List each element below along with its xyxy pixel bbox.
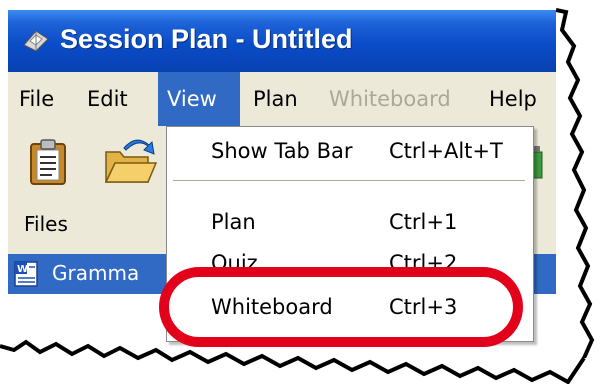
window-title: Session Plan - Untitled: [60, 24, 353, 54]
menu-view[interactable]: View: [158, 72, 240, 126]
menu-item-label: Show Tab Bar: [211, 139, 353, 163]
menu-item-quiz[interactable]: Quiz Ctrl+2: [167, 245, 533, 283]
menu-item-shortcut: Ctrl+3: [389, 295, 458, 319]
title-bar: Session Plan - Untitled: [8, 10, 556, 72]
view-menu-dropdown: Show Tab Bar Ctrl+Alt+T Plan Ctrl+1 Quiz…: [166, 126, 534, 342]
menu-edit[interactable]: Edit: [78, 72, 137, 126]
menu-separator: [173, 180, 525, 182]
app-icon: [23, 30, 49, 52]
files-label: Files: [24, 212, 68, 236]
menu-plan[interactable]: Plan: [244, 72, 307, 126]
menu-item-shortcut: Ctrl+2: [389, 251, 458, 275]
menu-item-shortcut: Ctrl+1: [389, 210, 458, 234]
file-list-item-label: Gramma: [52, 261, 140, 285]
menu-item-show-tab-bar[interactable]: Show Tab Bar Ctrl+Alt+T: [167, 133, 533, 171]
menu-help[interactable]: Help: [480, 72, 546, 126]
word-document-icon: W: [14, 261, 38, 287]
menu-item-whiteboard[interactable]: Whiteboard Ctrl+3: [167, 289, 533, 327]
menu-whiteboard[interactable]: Whiteboard: [320, 72, 460, 126]
menu-item-shortcut: Ctrl+Alt+T: [389, 139, 503, 163]
menu-file[interactable]: File: [10, 72, 63, 126]
application-window: Session Plan - Untitled File Edit View P…: [8, 10, 556, 348]
svg-text:W: W: [17, 264, 28, 275]
menu-item-plan[interactable]: Plan Ctrl+1: [167, 204, 533, 242]
menu-item-label: Quiz: [211, 251, 258, 275]
menu-item-label: Plan: [211, 210, 256, 234]
menu-bar: File Edit View Plan Whiteboard Help: [8, 72, 556, 127]
menu-item-label: Whiteboard: [211, 295, 333, 319]
clipboard-icon[interactable]: [28, 138, 68, 186]
open-folder-icon[interactable]: [102, 136, 158, 188]
